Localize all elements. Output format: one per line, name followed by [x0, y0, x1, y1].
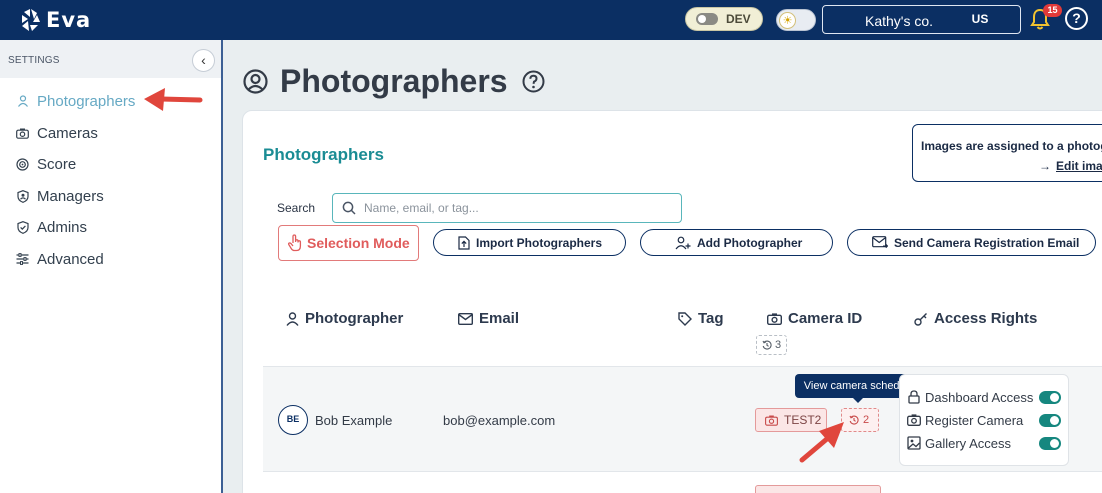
camera-icon	[16, 127, 29, 140]
send-registration-email-button[interactable]: Send Camera Registration Email	[847, 229, 1096, 256]
gallery-icon	[907, 436, 921, 450]
aperture-logo-icon	[22, 9, 40, 31]
next-row-camera-chip[interactable]	[755, 485, 881, 493]
target-icon	[16, 157, 29, 171]
shield-user-icon	[16, 189, 29, 203]
sidebar-item-label: Cameras	[37, 124, 98, 142]
send-registration-email-label: Send Camera Registration Email	[894, 235, 1080, 250]
key-icon	[914, 312, 927, 326]
register-camera-toggle[interactable]	[1039, 414, 1061, 427]
sidebar-header: SETTINGS ‹	[0, 40, 221, 78]
sidebar-item-managers[interactable]: Managers	[16, 186, 104, 206]
user-plus-icon	[675, 236, 691, 249]
shield-check-icon	[16, 220, 29, 234]
photographer-email: bob@example.com	[443, 413, 556, 428]
top-bar: Eva DEV ☀ Kathy's co. US 15 ?	[0, 0, 1102, 40]
card-title: Photographers	[263, 145, 384, 164]
help-circle-icon[interactable]	[522, 70, 545, 93]
lock-icon	[908, 390, 920, 404]
arrow-right-icon: →	[1039, 159, 1051, 173]
search-label: Search	[277, 201, 316, 215]
page-title: Photographers	[280, 63, 508, 99]
add-photographer-button[interactable]: Add Photographer	[640, 229, 833, 256]
annotation-arrow-left	[144, 88, 203, 111]
camera-icon	[767, 312, 782, 325]
hand-pointer-icon	[287, 234, 302, 252]
mail-send-icon	[872, 236, 888, 249]
column-header-photographer[interactable]: Photographer	[286, 310, 403, 327]
camera-schedule-count-chip[interactable]: 3	[756, 335, 788, 355]
search-input[interactable]	[364, 201, 664, 215]
history-icon	[849, 415, 859, 425]
avatar: BE	[278, 405, 308, 435]
photographer-name: Bob Example	[315, 413, 393, 428]
gallery-access-toggle[interactable]	[1039, 437, 1061, 450]
sidebar-item-cameras[interactable]: Cameras	[16, 123, 98, 143]
sidebar-item-label: Managers	[37, 187, 104, 205]
collapse-sidebar-button[interactable]: ‹	[192, 49, 215, 72]
sidebar-item-label: Admins	[37, 218, 88, 236]
sidebar-item-advanced[interactable]: Advanced	[16, 249, 104, 269]
column-header-access-rights[interactable]: Access Rights	[914, 310, 1037, 327]
logo-text: Eva	[46, 8, 92, 32]
region-label: US	[953, 10, 1007, 29]
edit-images-link[interactable]: →Edit images	[1039, 159, 1102, 173]
column-header-tag[interactable]: Tag	[678, 310, 724, 327]
sliders-icon	[16, 253, 29, 266]
access-row-dashboard: Dashboard Access	[907, 388, 1033, 406]
column-header-email[interactable]: Email	[458, 310, 519, 327]
file-import-icon	[458, 235, 470, 250]
user-circle-icon	[243, 69, 268, 94]
access-row-register-camera: Register Camera	[907, 411, 1023, 429]
tag-icon	[678, 311, 692, 326]
info-text: Images are assigned to a photographer	[921, 139, 1102, 153]
sidebar-item-label: Score	[37, 155, 77, 173]
mail-icon	[458, 312, 473, 325]
help-icon[interactable]: ?	[1065, 7, 1088, 30]
image-assignment-info: Images are assigned to a photographer →E…	[912, 124, 1102, 182]
sidebar-item-score[interactable]: Score	[16, 154, 76, 174]
history-icon	[762, 340, 772, 350]
account-name: Kathy's co.	[865, 13, 934, 29]
selection-mode-button[interactable]: Selection Mode	[278, 225, 419, 261]
add-photographer-label: Add Photographer	[697, 235, 803, 250]
environment-label: DEV	[726, 12, 751, 26]
search-box[interactable]	[332, 193, 682, 223]
eva-logo[interactable]: Eva	[20, 5, 91, 35]
sidebar-section-label: SETTINGS	[8, 55, 60, 66]
search-icon	[342, 201, 356, 215]
dashboard-access-toggle[interactable]	[1039, 391, 1061, 404]
environment-toggle[interactable]: DEV	[685, 7, 763, 31]
notification-badge: 15	[1043, 4, 1062, 17]
sidebar-item-label: Advanced	[37, 250, 104, 268]
user-icon	[286, 311, 299, 326]
camera-icon	[765, 415, 778, 426]
annotation-arrow-diagonal	[799, 422, 844, 463]
selection-mode-label: Selection Mode	[307, 235, 410, 251]
sun-icon: ☀	[779, 12, 796, 29]
import-photographers-label: Import Photographers	[476, 235, 603, 250]
camera-icon	[907, 414, 921, 426]
page-header: Photographers	[243, 63, 545, 100]
environment-switch[interactable]	[696, 13, 718, 25]
sidebar-item-admins[interactable]: Admins	[16, 217, 87, 237]
sidebar-item-photographers[interactable]: Photographers	[16, 91, 135, 111]
user-icon	[16, 95, 29, 108]
import-photographers-button[interactable]: Import Photographers	[433, 229, 626, 256]
account-selector[interactable]: Kathy's co. US	[822, 5, 1021, 34]
access-row-gallery: Gallery Access	[907, 434, 1011, 452]
sidebar-item-label: Photographers	[37, 92, 136, 110]
column-header-camera-id[interactable]: Camera ID	[767, 310, 862, 327]
theme-toggle[interactable]: ☀	[776, 9, 816, 31]
